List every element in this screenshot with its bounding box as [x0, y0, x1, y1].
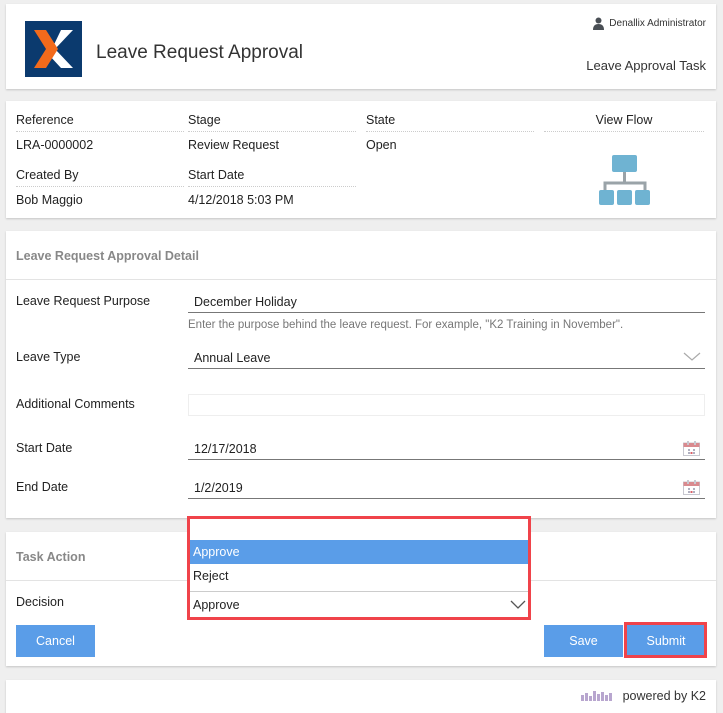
page-title: Leave Request Approval — [96, 42, 304, 63]
stage-field: Stage Review Request — [188, 113, 356, 152]
end-date-label: End Date — [16, 480, 69, 494]
created-by-value: Bob Maggio — [16, 193, 83, 207]
purpose-label: Leave Request Purpose — [16, 294, 151, 308]
task-action-title: Task Action — [16, 550, 86, 564]
start-date-label: Start Date — [188, 168, 356, 187]
workflow-hierarchy-icon[interactable] — [599, 155, 651, 212]
reference-label: Reference — [16, 113, 184, 132]
task-info-card: Reference LRA-0000002 Stage Review Reque… — [6, 101, 716, 218]
chevron-down-icon — [510, 600, 526, 609]
start-date-value: 4/12/2018 5:03 PM — [188, 193, 294, 207]
stage-value: Review Request — [188, 138, 280, 152]
user-menu[interactable]: Denallix Administrator — [593, 17, 706, 30]
start-date-label: Start Date — [16, 441, 73, 455]
header-card: Leave Request Approval Denallix Administ… — [6, 4, 716, 89]
cancel-button[interactable]: Cancel — [16, 625, 95, 657]
state-label: State — [366, 113, 534, 132]
reference-value: LRA-0000002 — [16, 138, 94, 152]
decision-option-reject[interactable]: Reject — [190, 564, 528, 588]
created-by-label: Created By — [16, 168, 184, 187]
stage-label: Stage — [188, 113, 356, 132]
purpose-input[interactable]: December Holiday — [188, 291, 705, 313]
chevron-down-icon — [683, 352, 701, 361]
start-date-value: 12/17/2018 — [194, 442, 257, 456]
decision-select[interactable]: Approve — [190, 591, 528, 615]
powered-by: powered by K2 — [580, 689, 706, 703]
decision-value: Approve — [193, 598, 240, 612]
footer-card: powered by K2 — [6, 680, 716, 713]
created-by-field: Created By Bob Maggio — [16, 168, 184, 207]
leave-type-select[interactable]: Annual Leave — [188, 347, 705, 369]
start-date-input[interactable]: 12/17/2018 — [188, 438, 705, 460]
user-icon — [593, 17, 605, 30]
state-field: State Open — [366, 113, 534, 152]
detail-card: Leave Request Approval Detail Leave Requ… — [6, 231, 716, 518]
k2-equalizer-icon — [580, 691, 612, 701]
decision-label: Decision — [16, 595, 64, 609]
leave-type-value: Annual Leave — [194, 351, 271, 365]
view-flow-field: View Flow — [544, 113, 704, 132]
reference-field: Reference LRA-0000002 — [16, 113, 184, 152]
state-value: Open — [366, 138, 397, 152]
user-name: Denallix Administrator — [609, 18, 706, 29]
decision-dropdown[interactable]: Approve Reject Approve — [187, 516, 531, 620]
view-flow-label: View Flow — [544, 113, 704, 132]
save-button[interactable]: Save — [544, 625, 623, 657]
decision-option-approve[interactable]: Approve — [190, 540, 528, 564]
k2-logo-icon — [25, 21, 82, 77]
task-name: Leave Approval Task — [586, 58, 706, 73]
submit-highlight — [624, 622, 707, 658]
comments-input[interactable] — [188, 394, 705, 416]
powered-by-text: powered by K2 — [622, 689, 706, 703]
end-date-input[interactable]: 1/2/2019 — [188, 477, 705, 499]
comments-label: Additional Comments — [16, 397, 135, 411]
calendar-icon[interactable] — [683, 479, 700, 495]
detail-section-title: Leave Request Approval Detail — [16, 249, 199, 263]
end-date-value: 1/2/2019 — [194, 481, 243, 495]
purpose-hint: Enter the purpose behind the leave reque… — [188, 319, 624, 331]
calendar-icon[interactable] — [683, 440, 700, 456]
leave-type-label: Leave Type — [16, 350, 81, 364]
start-date-field: Start Date 4/12/2018 5:03 PM — [188, 168, 356, 207]
divider — [6, 279, 716, 280]
